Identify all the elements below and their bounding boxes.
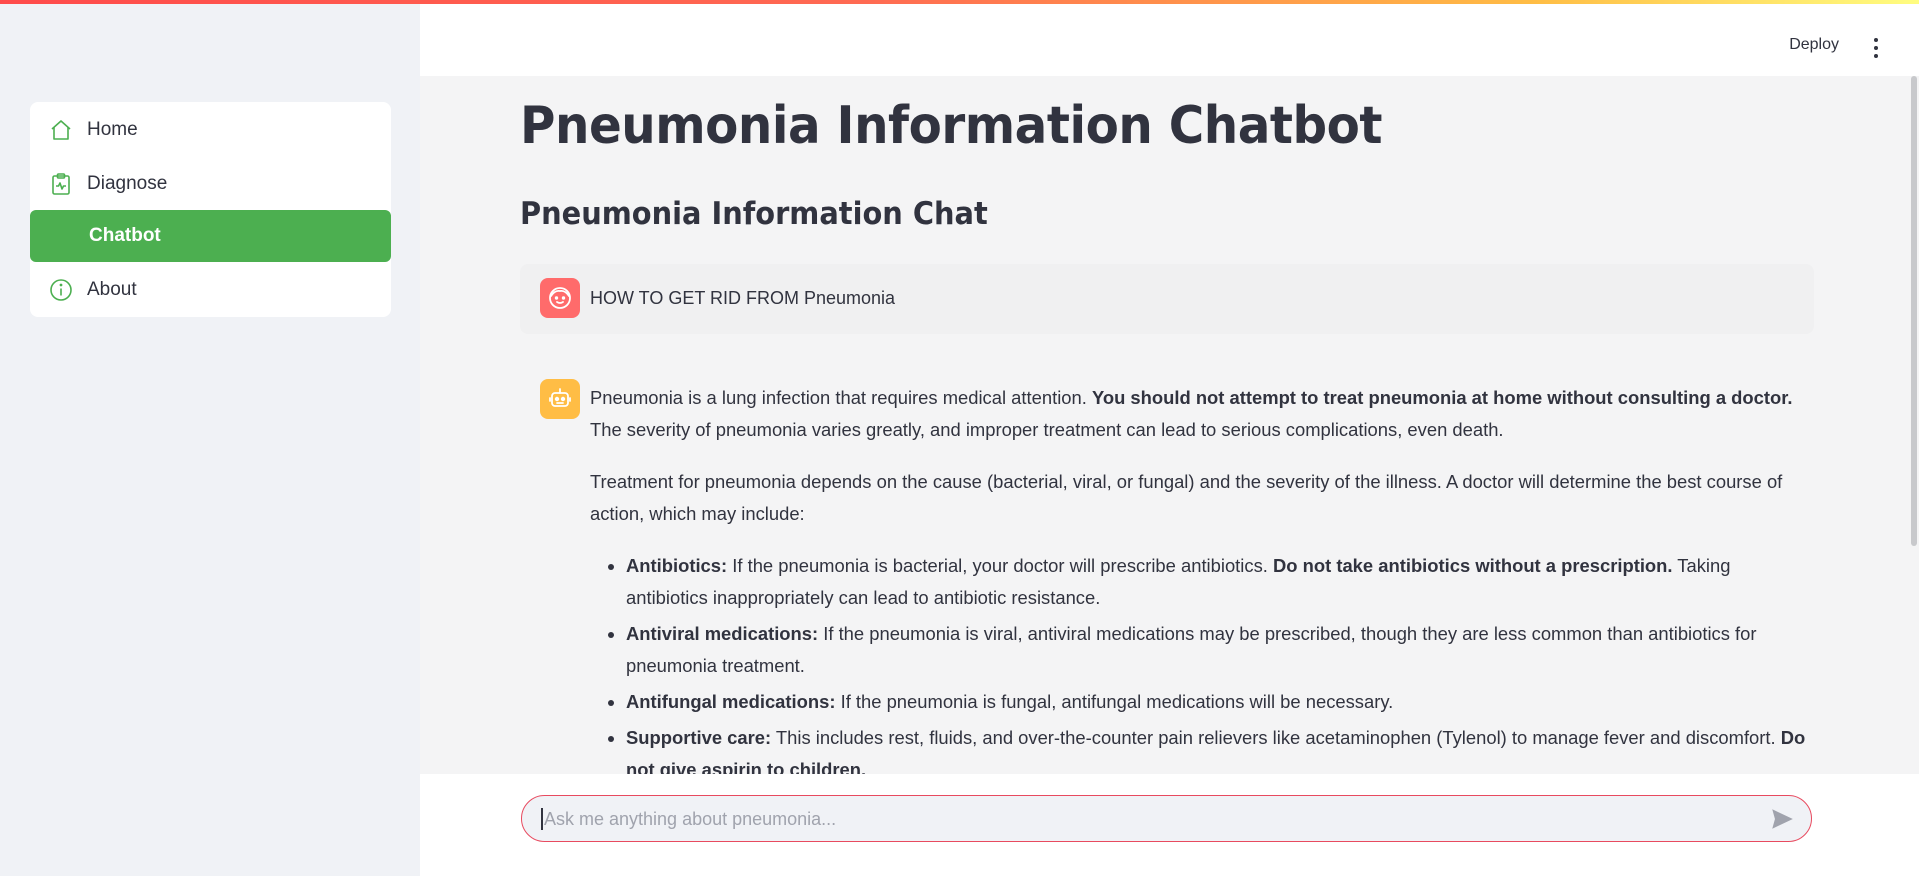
sidebar-item-label: Diagnose [87,173,168,194]
nav-menu: Home Diagnose Chatbot About [30,102,391,317]
sidebar-item-chatbot[interactable]: Chatbot [30,210,391,262]
bot-avatar [540,379,580,419]
page-title: Pneumonia Information Chatbot [520,96,1383,156]
bot-message: Pneumonia is a lung infection that requi… [590,382,1815,790]
section-title: Pneumonia Information Chat [520,196,988,232]
user-message: HOW TO GET RID FROM Pneumonia [520,264,1814,334]
sidebar-item-about[interactable]: About [30,264,391,316]
sidebar-item-home[interactable]: Home [30,104,391,156]
bot-paragraph: Treatment for pneumonia depends on the c… [590,471,1783,524]
clipboard-pulse-icon [48,171,74,197]
scrollbar[interactable] [1911,76,1917,546]
chat-input-container [521,795,1812,842]
send-icon[interactable] [1769,806,1795,832]
sidebar-item-label: About [87,279,137,300]
sidebar-item-diagnose[interactable]: Diagnose [30,158,391,210]
top-decoration-bar [0,0,1919,4]
kebab-menu-icon[interactable] [1873,38,1879,58]
bot-list: Antibiotics: If the pneumonia is bacteri… [590,550,1815,786]
home-icon [48,117,74,143]
text-caret [541,808,543,830]
user-avatar [540,278,580,318]
deploy-button[interactable]: Deploy [1789,36,1839,54]
sidebar-item-label: Home [87,119,138,140]
bot-paragraph: Pneumonia is a lung infection that requi… [590,387,1793,440]
info-icon [48,277,74,303]
user-message-text: HOW TO GET RID FROM Pneumonia [590,288,896,308]
chat-input[interactable] [542,796,1746,842]
app-header: Deploy [420,4,1919,76]
sidebar: Home Diagnose Chatbot About [0,0,420,876]
list-item: Antibiotics: If the pneumonia is bacteri… [626,550,1815,614]
list-item: Antifungal medications: If the pneumonia… [626,686,1815,718]
list-item: Antiviral medications: If the pneumonia … [626,618,1815,682]
sidebar-item-label: Chatbot [89,225,161,246]
